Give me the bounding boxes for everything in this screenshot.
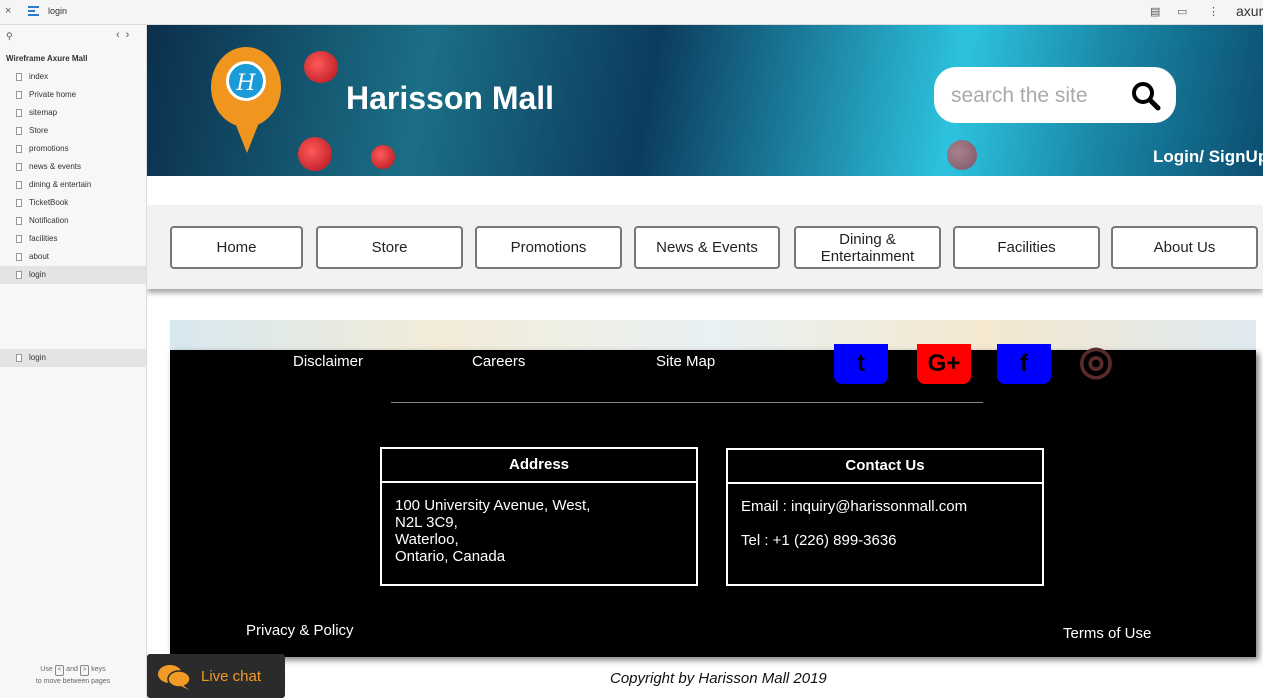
page-icon	[16, 235, 22, 243]
contact-text: Email : inquiry@harissonmall.com Tel : +…	[728, 484, 1042, 563]
search-input[interactable]: search the site	[951, 84, 1088, 108]
contact-email[interactable]: Email : inquiry@harissonmall.com	[741, 498, 1029, 515]
search-icon[interactable]	[1131, 81, 1161, 111]
sidebar-item-private-home[interactable]: Private home	[0, 86, 146, 104]
page-icon	[16, 145, 22, 153]
sidebar-item-dining-entertain[interactable]: dining & entertain	[0, 176, 146, 194]
page-icon	[16, 109, 22, 117]
privacy-policy-link[interactable]: Privacy & Policy	[246, 622, 354, 639]
page-icon	[16, 73, 22, 81]
nav-store-button[interactable]: Store	[316, 226, 463, 269]
main-nav: Home Store Promotions News & Events Dining &…	[147, 205, 1263, 289]
site-title: Harisson Mall	[346, 80, 555, 116]
page-icon	[16, 199, 22, 207]
copyright-text: Copyright by Harisson Mall 2019	[610, 670, 827, 687]
contact-box: Contact Us Email : inquiry@harissonmall.…	[726, 448, 1044, 586]
page-icon	[16, 271, 22, 279]
axure-logo: axure	[1236, 3, 1263, 19]
address-heading: Address	[382, 449, 696, 483]
sidebar-item-label: facilities	[29, 234, 58, 243]
sidebar-item-label: index	[29, 72, 49, 81]
more-icon[interactable]: ⋮	[1208, 5, 1219, 18]
facebook-icon[interactable]: f	[997, 344, 1051, 384]
lantern-image	[304, 51, 338, 83]
menu-icon[interactable]	[28, 6, 39, 18]
lantern-image	[371, 145, 395, 169]
page-icon	[16, 217, 22, 225]
nav-about-us-button[interactable]: About Us	[1111, 226, 1258, 269]
sidebar-item-about[interactable]: about	[0, 248, 146, 266]
contact-phone: Tel : +1 (226) 899-3636	[741, 532, 897, 549]
lantern-image	[298, 137, 332, 171]
comment-icon[interactable]: ▭	[1177, 5, 1187, 18]
nav-promotions-button[interactable]: Promotions	[475, 226, 622, 269]
chat-bubbles-icon	[158, 665, 191, 690]
page-sidebar: ⚲ ‹› Wireframe Axure Mall index Private h…	[0, 25, 147, 698]
page-icon	[16, 127, 22, 135]
address-text: 100 University Avenue, West, N2L 3C9, Wa…	[395, 497, 591, 565]
page-icon	[16, 354, 22, 362]
sidebar-item-notification[interactable]: Notification	[0, 212, 146, 230]
live-chat-label: Live chat	[201, 668, 262, 685]
sidebar-item-login[interactable]: login	[0, 266, 146, 284]
sidebar-item-label: news & events	[29, 162, 82, 171]
page-icon	[16, 181, 22, 189]
site-map-link[interactable]: Site Map	[656, 353, 715, 370]
browser-toolbar: × login ▤ ▭ ⋮ axure	[0, 0, 1263, 25]
sidebar-item-label: TicketBook	[29, 198, 69, 207]
sidebar-item-ticketbook[interactable]: TicketBook	[0, 194, 146, 212]
careers-link[interactable]: Careers	[472, 353, 525, 370]
page-nav-arrows[interactable]: ‹›	[116, 29, 135, 41]
prototype-viewport: H Harisson Mall search the site Login/ S…	[147, 25, 1263, 698]
google-plus-icon[interactable]: G+	[917, 344, 971, 384]
terms-of-use-link[interactable]: Terms of Use	[1063, 625, 1151, 642]
nav-home-button[interactable]: Home	[170, 226, 303, 269]
disclaimer-link[interactable]: Disclaimer	[293, 353, 363, 370]
page-icon	[16, 163, 22, 171]
sidebar-item-index[interactable]: index	[0, 68, 146, 86]
search-icon[interactable]: ⚲	[6, 31, 13, 42]
login-signup-link[interactable]: Login/ SignUp	[1153, 147, 1263, 167]
keyboard-hint: Use < and > keys to move between pages	[35, 665, 111, 685]
sidebar-item-label: Store	[29, 126, 49, 135]
sidebar-item-store[interactable]: Store	[0, 122, 146, 140]
close-icon[interactable]: ×	[5, 5, 11, 17]
contact-heading: Contact Us	[728, 450, 1042, 484]
footer-divider	[391, 402, 983, 403]
project-title: Wireframe Axure Mall	[6, 54, 88, 63]
page-icon	[16, 91, 22, 99]
search-box[interactable]: search the site	[934, 67, 1176, 123]
sidebar-item-label: Notification	[29, 216, 69, 225]
sidebar-item-news-events[interactable]: news & events	[0, 158, 146, 176]
nav-news-events-button[interactable]: News & Events	[634, 226, 780, 269]
nav-facilities-button[interactable]: Facilities	[953, 226, 1100, 269]
twitter-icon[interactable]: t	[834, 344, 888, 384]
nav-dining-entertainment-button[interactable]: Dining & Entertainment	[794, 226, 941, 269]
sidebar-item-label: about	[29, 252, 50, 261]
page-icon	[16, 253, 22, 261]
site-footer: Disclaimer Careers Site Map t G+ f ◎ Addres…	[170, 341, 1256, 657]
sidebar-item-label: sitemap	[29, 108, 58, 117]
current-page-name: login	[48, 6, 68, 16]
sidebar-item-label: login	[29, 353, 46, 362]
notes-icon[interactable]: ▤	[1150, 5, 1160, 18]
mall-logo[interactable]: H	[226, 61, 266, 101]
live-chat-button[interactable]: Live chat	[147, 654, 285, 698]
header-banner: H Harisson Mall search the site Login/ S…	[147, 25, 1263, 176]
sidebar-item-label: Private home	[29, 90, 77, 99]
sidebar-item-sitemap[interactable]: sitemap	[0, 104, 146, 122]
sidebar-item-label: login	[29, 270, 46, 279]
sidebar-item-label: promotions	[29, 144, 69, 153]
sidebar-item-facilities[interactable]: facilities	[0, 230, 146, 248]
address-box: Address 100 University Avenue, West, N2L…	[380, 447, 698, 586]
instagram-icon[interactable]: ◎	[1069, 341, 1123, 384]
lantern-image	[947, 140, 977, 170]
sidebar-item-label: dining & entertain	[29, 180, 92, 189]
sidebar-item-login-lower[interactable]: login	[0, 349, 146, 367]
sidebar-item-promotions[interactable]: promotions	[0, 140, 146, 158]
